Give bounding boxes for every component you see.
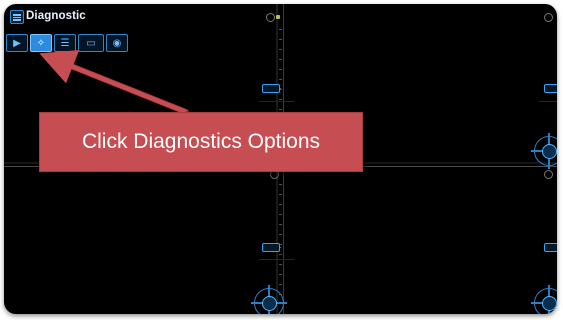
instruction-callout: Click Diagnostics Options	[39, 112, 363, 172]
